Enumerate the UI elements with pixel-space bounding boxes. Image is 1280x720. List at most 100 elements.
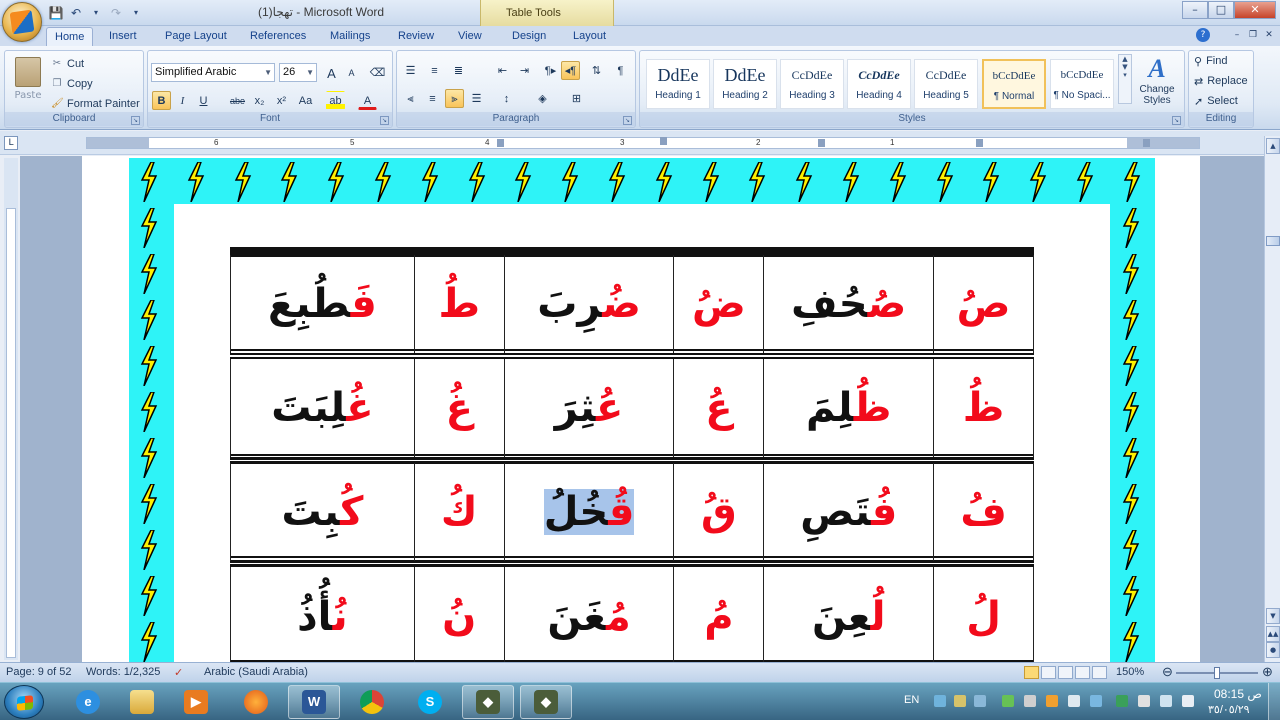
app-taskbar-icon[interactable]: ◆ [520, 685, 572, 719]
chrome-icon[interactable] [346, 685, 398, 719]
word-count[interactable]: Words: 1/2,325 [86, 666, 160, 678]
tray-icon[interactable] [1116, 695, 1128, 707]
underline-button[interactable]: U [194, 91, 213, 110]
tab-layout[interactable]: Layout [565, 27, 614, 46]
tab-insert[interactable]: Insert [101, 27, 145, 46]
scroll-up-icon[interactable]: ▲ [1266, 138, 1280, 154]
clock-time[interactable]: ص 08:15 [1214, 687, 1262, 701]
letter-cell[interactable]: قُ [673, 459, 765, 565]
strikethrough-button[interactable]: abe [228, 91, 247, 110]
help-icon[interactable]: ? [1196, 28, 1210, 42]
doc-minimize-icon[interactable]: – [1230, 28, 1244, 42]
start-button[interactable] [4, 685, 44, 719]
word-cell[interactable]: مُغَنَ [503, 563, 675, 662]
word-cell[interactable]: عُثِرَ [503, 355, 675, 461]
close-button[interactable]: ✕ [1234, 1, 1276, 19]
indent-marker[interactable] [660, 137, 667, 145]
multilevel-list-icon[interactable]: ≣ [449, 61, 468, 80]
shading-icon[interactable]: ◈ [533, 89, 552, 108]
font-color-icon[interactable]: A [358, 91, 377, 110]
column-marker[interactable] [1143, 139, 1150, 147]
font-name-select[interactable]: Simplified Arabic ▼ [151, 63, 275, 82]
zoom-thumb[interactable] [1214, 667, 1220, 679]
bullets-icon[interactable]: ☰ [401, 61, 420, 80]
font-launcher-icon[interactable]: ↘ [380, 116, 389, 125]
word-cell[interactable]: قُخُلُ [503, 459, 675, 565]
letter-cell[interactable]: لُ [933, 563, 1034, 662]
paragraph-launcher-icon[interactable]: ↘ [623, 116, 632, 125]
align-center-icon[interactable]: ≡ [423, 89, 442, 108]
app-taskbar-icon[interactable]: ◆ [462, 685, 514, 719]
grow-font-button[interactable]: A [322, 63, 341, 82]
tray-icon[interactable] [1024, 695, 1036, 707]
tray-icon[interactable] [1090, 695, 1102, 707]
tray-icon[interactable] [1002, 695, 1014, 707]
proofing-icon[interactable]: ✓ [174, 666, 183, 679]
word-cell[interactable]: لُعِنَ [763, 563, 935, 662]
undo-icon[interactable]: ↶ [68, 5, 84, 21]
keyboard-icon[interactable] [934, 695, 946, 707]
ltr-icon[interactable]: ¶▸ [541, 61, 560, 80]
copy-button[interactable]: ❐ Copy [51, 75, 93, 93]
highlight-icon[interactable]: ab [326, 91, 345, 110]
browse-object-icon[interactable]: ● [1266, 642, 1280, 658]
table-row[interactable]: ظُ ظُلِمَ عُ عُثِرَ غُ غُلِبَتَ [230, 355, 1034, 461]
style-heading-4[interactable]: CcDdEe Heading 4 [847, 59, 911, 109]
tab-page-layout[interactable]: Page Layout [157, 27, 235, 46]
table-row[interactable]: فُ فُتَصِ قُ قُخُلُ كُ كُبِتَ [230, 459, 1034, 565]
clipboard-launcher-icon[interactable]: ↘ [131, 116, 140, 125]
print-layout-button[interactable] [1024, 666, 1039, 679]
show-desktop-button[interactable] [1268, 683, 1280, 720]
table-row[interactable]: لُ لُعِنَ مُ مُغَنَ نُ نُأُذُ [230, 563, 1034, 662]
document-area[interactable]: صُ صُحُفِ ضُ ضُرِبَ طُ فَطُبِعَ ظُ ظُلِمَ عُ عُثِ… [20, 156, 1264, 662]
maximize-button[interactable]: □ [1208, 1, 1234, 19]
superscript-button[interactable]: x² [272, 91, 291, 110]
file-explorer-icon[interactable] [116, 685, 168, 719]
previous-page-icon[interactable]: ▲▲ [1266, 626, 1280, 642]
save-icon[interactable]: 💾 [48, 5, 64, 21]
tray-icon[interactable] [1068, 695, 1080, 707]
outline-button[interactable] [1075, 666, 1090, 679]
styles-launcher-icon[interactable]: ↘ [1172, 116, 1181, 125]
tab-design[interactable]: Design [504, 27, 554, 46]
tab-references[interactable]: References [242, 27, 314, 46]
network-icon[interactable] [1160, 695, 1172, 707]
increase-indent-icon[interactable]: ⇥ [515, 61, 534, 80]
tab-home[interactable]: Home [46, 27, 94, 46]
web-layout-button[interactable] [1058, 666, 1073, 679]
ruler-strip[interactable] [86, 137, 1200, 149]
numbering-icon[interactable]: ≡ [425, 61, 444, 80]
zoom-out-icon[interactable]: ⊖ [1162, 664, 1173, 680]
firefox-icon[interactable] [230, 685, 282, 719]
language-indicator[interactable]: Arabic (Saudi Arabia) [204, 666, 308, 678]
justify-icon[interactable]: ☰ [467, 89, 486, 108]
bold-button[interactable]: B [152, 91, 171, 110]
word-cell[interactable]: غُلِبَتَ [230, 355, 415, 461]
letter-cell[interactable]: غُ [413, 355, 505, 461]
doc-close-icon[interactable]: ✕ [1262, 28, 1276, 42]
skype-icon[interactable]: S [404, 685, 456, 719]
full-screen-reading-button[interactable] [1041, 666, 1056, 679]
letter-cell[interactable]: طُ [413, 251, 505, 357]
style-heading-3[interactable]: CcDdEe Heading 3 [780, 59, 844, 109]
style-no-spacing[interactable]: bCcDdEe ¶ No Spaci... [1050, 59, 1114, 109]
page-content-area[interactable]: صُ صُحُفِ ضُ ضُرِبَ طُ فَطُبِعَ ظُ ظُلِمَ عُ عُثِ… [174, 204, 1110, 662]
align-left-icon[interactable]: ⫷ [401, 89, 420, 108]
letter-table[interactable]: صُ صُحُفِ ضُ ضُرِبَ طُ فَطُبِعَ ظُ ظُلِمَ عُ عُثِ… [230, 249, 1034, 662]
style-heading-5[interactable]: CcDdEe Heading 5 [914, 59, 978, 109]
decrease-indent-icon[interactable]: ⇤ [493, 61, 512, 80]
clear-formatting-icon[interactable]: ⌫ [368, 63, 387, 82]
tray-icon[interactable] [954, 695, 966, 707]
word-taskbar-icon[interactable]: W [288, 685, 340, 719]
tab-selector-button[interactable]: L [4, 136, 18, 150]
office-button[interactable] [2, 2, 42, 42]
zoom-level[interactable]: 150% [1116, 666, 1144, 678]
shrink-font-button[interactable]: A [342, 63, 361, 82]
clock-date[interactable]: ٣٥/٠٥/٢٩ [1208, 703, 1250, 716]
find-button[interactable]: ⚲ Find [1194, 52, 1227, 70]
media-player-icon[interactable]: ▶ [170, 685, 222, 719]
word-cell[interactable]: ضُرِبَ [503, 251, 675, 357]
word-cell[interactable]: صُحُفِ [763, 251, 935, 357]
zoom-in-icon[interactable]: ⊕ [1262, 664, 1273, 680]
font-size-select[interactable]: 26 ▼ [279, 63, 317, 82]
